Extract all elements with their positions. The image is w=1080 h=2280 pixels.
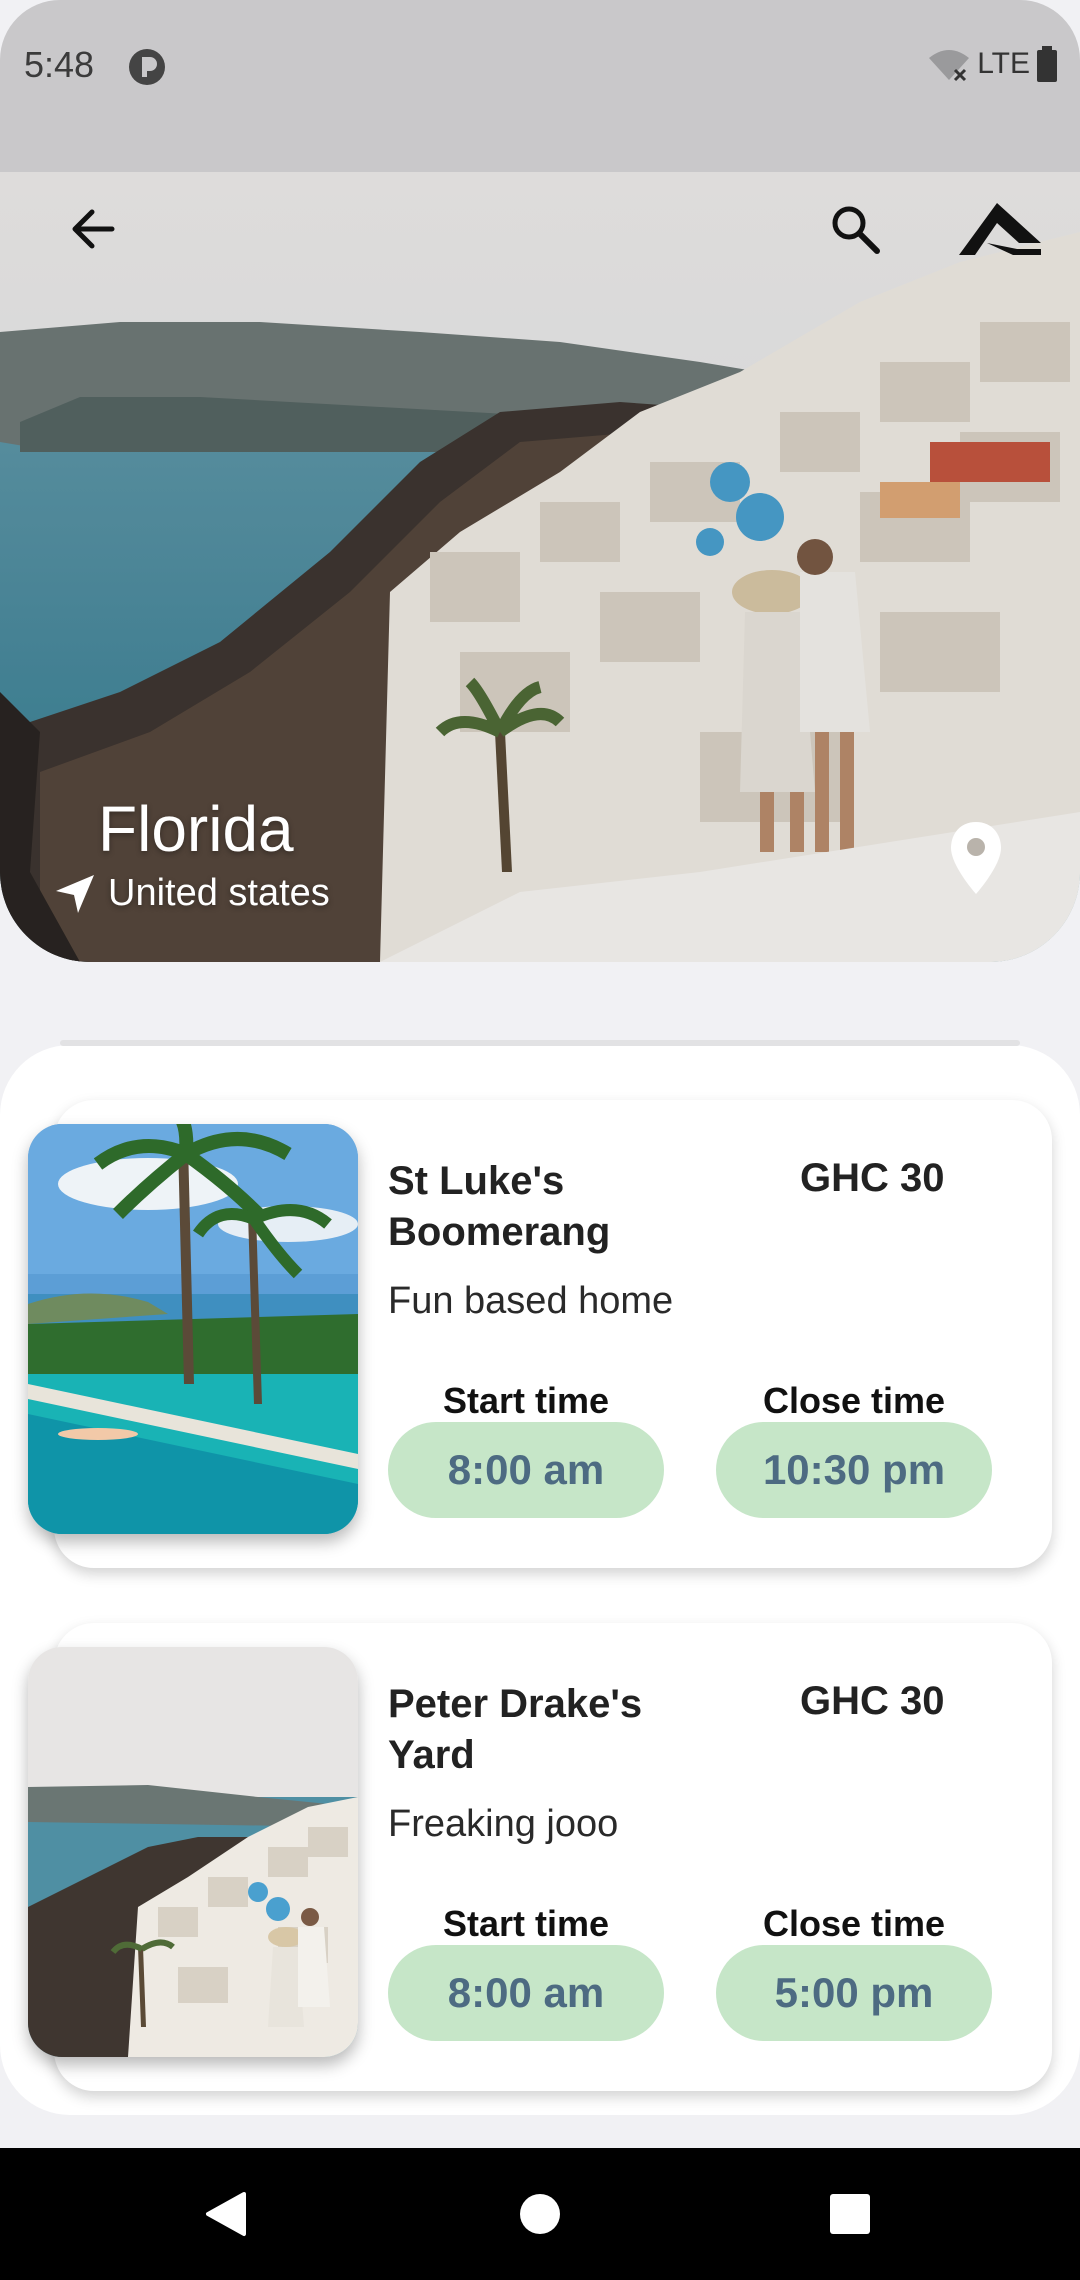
battery-icon: [1037, 46, 1057, 82]
place-image: [28, 1647, 358, 2057]
network-type: LTE: [977, 47, 1030, 80]
place-name: Peter Drake's Yard: [388, 1682, 643, 1777]
place-price: GHC 30: [800, 1156, 945, 1200]
status-bar: 5:48 LTE: [0, 0, 1080, 172]
hero-subtitle: United states: [108, 872, 330, 914]
status-indicators: LTE: [927, 46, 1058, 82]
search-icon: [832, 206, 880, 254]
nav-back-button[interactable]: [196, 2184, 256, 2244]
screen: 5:48 LTE Florida United states St Luke's…: [0, 0, 1080, 2280]
place-image: [28, 1124, 358, 1534]
nav-back-icon: [206, 2192, 246, 2236]
start-time-pill: 8:00 am: [388, 1422, 664, 1518]
map-pin-button[interactable]: [948, 820, 1004, 896]
app-notification-icon: [129, 49, 165, 85]
place-price: GHC 30: [800, 1679, 945, 1723]
nav-home-icon: [520, 2194, 560, 2234]
back-button[interactable]: [48, 184, 138, 274]
close-time-label: Close time: [762, 1380, 946, 1421]
hero-location: United states: [54, 872, 330, 915]
location-pin-icon: [951, 822, 1001, 894]
list-divider: [60, 1040, 1020, 1046]
close-time-pill: 10:30 pm: [716, 1422, 992, 1518]
search-button[interactable]: [810, 184, 900, 274]
close-time-label: Close time: [762, 1903, 946, 1944]
tropical-pool-image: [28, 1124, 358, 1534]
app-logo-button[interactable]: [945, 184, 1055, 274]
nav-recents-button[interactable]: [820, 2184, 880, 2244]
navigation-arrow-icon: [56, 874, 94, 913]
nav-recents-icon: [830, 2194, 870, 2234]
place-name: St Luke's Boomerang: [388, 1159, 611, 1254]
place-card[interactable]: St Luke's Boomerang GHC 30 Fun based hom…: [28, 1100, 1052, 1568]
start-time-pill: 8:00 am: [388, 1945, 664, 2041]
place-card[interactable]: Peter Drake's Yard GHC 30 Freaking jooo …: [28, 1623, 1052, 2091]
place-description: Freaking jooo: [388, 1803, 619, 1845]
nav-home-button[interactable]: [510, 2184, 570, 2244]
hero-title: Florida: [98, 793, 294, 865]
back-arrow-icon: [72, 209, 115, 249]
system-nav-bar: [0, 2148, 1080, 2280]
start-time-label: Start time: [442, 1380, 610, 1421]
wifi-icon: [929, 50, 970, 82]
start-time-label: Start time: [442, 1903, 610, 1944]
close-time-pill: 5:00 pm: [716, 1945, 992, 2041]
app-logo-icon: [959, 203, 1041, 255]
place-description: Fun based home: [388, 1280, 674, 1322]
hero-banner: Florida United states: [0, 172, 1080, 962]
santorini-image: [28, 1647, 358, 2057]
status-time: 5:48: [24, 44, 95, 85]
